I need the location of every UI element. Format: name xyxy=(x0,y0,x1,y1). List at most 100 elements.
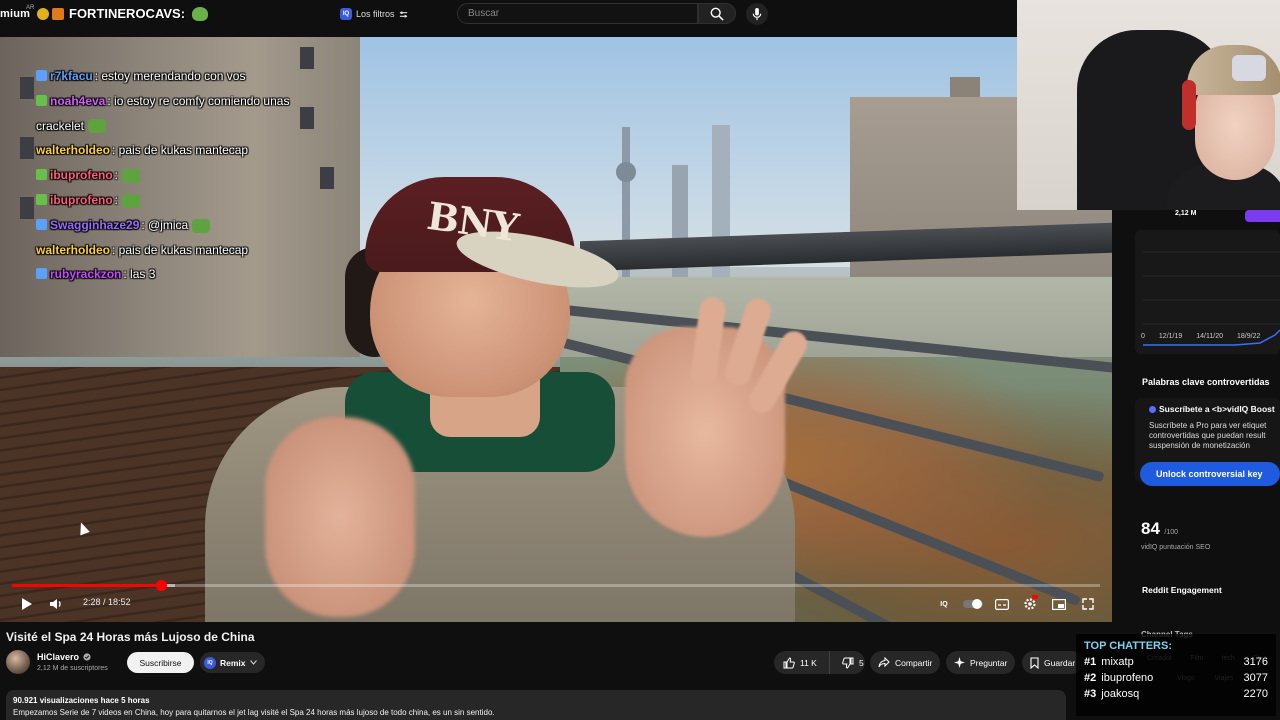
chat-message: rubyrackzon: las 3 xyxy=(30,266,360,282)
chat-message: Swagginhaze29: @jmica xyxy=(30,217,360,233)
search-input[interactable]: Buscar xyxy=(457,3,698,24)
channel-avatar[interactable] xyxy=(6,650,30,674)
chat-text: : io estoy re comfy comiendo unas xyxy=(107,93,290,108)
search-placeholder: Buscar xyxy=(468,8,500,19)
top-chatter-rank: #2 xyxy=(1084,672,1097,684)
chat-username: rubyrackzon xyxy=(50,267,122,282)
chat-badge-icon xyxy=(36,193,47,205)
seo-score-value: 84 xyxy=(1141,519,1160,538)
channel-name[interactable]: HiClavero xyxy=(37,652,79,662)
stream-overlay-title: FORTINEROCAVS: xyxy=(37,6,209,21)
sliders-icon xyxy=(399,10,407,18)
top-chatter-count: 3077 xyxy=(1243,672,1268,684)
settings-button[interactable] xyxy=(1022,595,1038,612)
view-count-date: 90.921 visualizaciones hace 5 horas xyxy=(13,696,150,705)
description-box[interactable]: 90.921 visualizaciones hace 5 horas Empe… xyxy=(6,690,1066,720)
chat-message: r7kfacu: estoy merendando con vos xyxy=(30,68,360,84)
subtitles-button[interactable] xyxy=(994,597,1010,611)
chat-text: : @jmica xyxy=(141,217,189,232)
progress-bar[interactable] xyxy=(12,584,1100,587)
chart-tick-label: 12/1/19 xyxy=(1158,333,1183,340)
chat-username: Swagginhaze29 xyxy=(50,217,140,232)
chat-message: noah4eva: io estoy re comfy comiendo una… xyxy=(30,93,360,109)
vidiq-player-button[interactable]: IQ xyxy=(936,597,952,611)
chat-text: : estoy merendando con vos xyxy=(94,69,246,83)
presenter-hand xyxy=(265,417,415,617)
remix-button[interactable]: IQ Remix xyxy=(200,652,265,673)
save-button[interactable]: Guardar xyxy=(1022,651,1084,674)
coin-icon xyxy=(37,7,49,20)
filters-button[interactable]: IQ Los filtros xyxy=(334,5,414,23)
top-chatter-row: #2 ibuprofeno 3077 xyxy=(1084,670,1268,686)
top-chatter-row: #1 mixatp 3176 xyxy=(1084,654,1268,670)
miniplayer-button[interactable] xyxy=(1051,597,1067,611)
verified-icon xyxy=(83,653,91,661)
dislike-button[interactable]: 5 xyxy=(835,651,864,674)
chat-text: : pais de kukas mantecap xyxy=(112,143,249,158)
chat-text: crackelet xyxy=(36,118,85,133)
chat-message-body: walterholdeo: pais de kukas mantecap xyxy=(36,242,248,258)
chat-message: walterholdeo: pais de kukas mantecap xyxy=(30,142,360,158)
save-label: Guardar xyxy=(1044,657,1076,668)
search-icon xyxy=(710,7,724,21)
subtitles-icon xyxy=(995,598,1009,610)
remix-label: Remix xyxy=(220,657,246,668)
chat-emote-icon xyxy=(122,169,140,184)
chat-message-body: rubyrackzon: las 3 xyxy=(50,266,155,282)
chevron-down-icon xyxy=(249,660,257,665)
chat-username: ibuprofeno xyxy=(50,168,113,183)
logo-region: AR xyxy=(26,5,35,11)
unlock-keywords-button[interactable]: Unlock controversial key xyxy=(1140,462,1280,486)
fullscreen-button[interactable] xyxy=(1080,597,1096,611)
chat-text: : las 3 xyxy=(123,267,156,282)
top-bar: mium AR FORTINEROCAVS: IQ Los filtros Bu… xyxy=(0,0,1017,30)
chat-message-body: r7kfacu: estoy merendando con vos xyxy=(50,68,245,84)
share-icon xyxy=(878,657,890,668)
chat-username: r7kfacu xyxy=(50,69,93,83)
top-chatter-name: mixatp xyxy=(1098,656,1134,668)
bookmark-icon xyxy=(1030,656,1039,669)
chat-badge-icon xyxy=(36,70,47,81)
chat-badge-icon xyxy=(36,169,47,181)
chat-message: ibuprofeno: xyxy=(30,192,360,208)
chart-tick-label: 18/9/22 xyxy=(1237,333,1261,340)
vidiq-icon: IQ xyxy=(940,600,948,608)
play-button[interactable] xyxy=(18,597,34,611)
ask-label: Preguntar xyxy=(970,657,1008,668)
seo-score-max: /100 xyxy=(1164,529,1178,536)
progress-scrubber[interactable] xyxy=(156,580,167,591)
chat-message: ibuprofeno: xyxy=(30,167,360,184)
chat-username: ibuprofeno xyxy=(50,192,113,207)
top-chatters-title: TOP CHATTERS: xyxy=(1084,640,1173,652)
like-button[interactable]: 11 K xyxy=(774,651,830,674)
chat-badge-icon xyxy=(36,94,47,106)
voice-search-button[interactable] xyxy=(746,3,768,25)
search-button[interactable] xyxy=(698,3,736,24)
vidiq-icon: IQ xyxy=(340,8,352,20)
channel-name-row[interactable]: HiClavero xyxy=(37,652,91,662)
keywords-title: Palabras clave controvertidas xyxy=(1142,377,1270,387)
share-label: Compartir xyxy=(895,657,933,668)
share-button[interactable]: Compartir xyxy=(870,651,941,674)
description-text: Empezamos Serie de 7 videos en China, ho… xyxy=(13,708,495,717)
chat-message-body: noah4eva: io estoy re comfy comiendo una… xyxy=(50,93,289,109)
hd-badge-icon xyxy=(1032,595,1038,599)
microphone-icon xyxy=(752,7,762,20)
chat-text: : xyxy=(114,168,118,183)
vidiq-icon: IQ xyxy=(204,656,216,669)
ask-button[interactable]: Preguntar xyxy=(946,651,1016,674)
chat-message-body: crackelet xyxy=(36,118,107,134)
subscribe-button[interactable]: Suscribirse xyxy=(127,652,194,673)
top-chatter-left: #3 joakosq xyxy=(1084,686,1139,702)
volume-button[interactable] xyxy=(48,597,64,611)
top-chatter-count: 3176 xyxy=(1243,656,1268,668)
chat-text: : xyxy=(114,192,118,207)
top-chatter-name: joakosq xyxy=(1098,688,1140,700)
progress-played xyxy=(12,584,161,587)
top-chatter-rank: #3 xyxy=(1084,688,1097,700)
top-chatter-left: #2 ibuprofeno xyxy=(1084,670,1153,686)
reddit-card[interactable]: Reddit Engagement xyxy=(1135,572,1280,608)
video-player[interactable]: BNY r7kfacu: estoy merendando con vos noa… xyxy=(0,37,1112,622)
like-count: 11 K xyxy=(800,657,817,668)
autoplay-toggle[interactable] xyxy=(962,597,984,611)
